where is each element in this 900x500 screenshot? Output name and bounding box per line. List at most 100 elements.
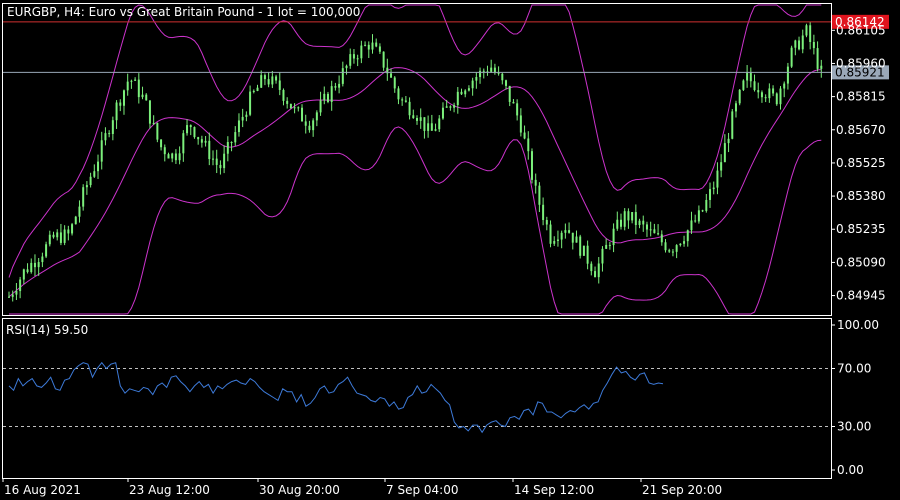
candle-body — [204, 140, 207, 143]
candle-body — [212, 158, 214, 160]
candle-body — [523, 132, 526, 139]
candle-body — [193, 127, 196, 138]
candle-body — [67, 229, 70, 234]
candle-body — [816, 48, 819, 69]
candle-body — [809, 25, 812, 42]
candle-body — [783, 83, 786, 89]
candle-body — [338, 83, 341, 88]
price-tick-label: 0.86105 — [836, 23, 886, 37]
candle-body — [160, 139, 163, 148]
candle-body — [126, 81, 129, 91]
price-tick-label: 0.85090 — [836, 255, 886, 269]
candle-body — [334, 86, 337, 88]
candle-body — [137, 79, 140, 98]
time-tick-label: 16 Aug 2021 — [4, 483, 81, 497]
candle-body — [553, 240, 556, 244]
candle-body — [772, 88, 775, 94]
price-tick-label: 0.84945 — [836, 289, 886, 303]
candle-body — [456, 91, 459, 106]
candle-body — [71, 224, 74, 234]
candle-body — [33, 262, 36, 268]
candle-body — [786, 66, 789, 84]
candle-body — [508, 85, 511, 102]
candle-body — [801, 35, 804, 50]
candle-body — [52, 234, 55, 238]
candle-body — [356, 58, 359, 60]
candle-body — [393, 77, 396, 89]
candle-body — [226, 142, 229, 154]
candle-body — [746, 72, 749, 81]
candle-body — [397, 88, 400, 100]
candle-body — [742, 80, 745, 90]
candle-body — [56, 232, 59, 238]
candle-body — [289, 103, 292, 109]
candle-body — [186, 125, 189, 134]
candle-body — [237, 120, 240, 133]
candle-body — [694, 220, 697, 222]
candle-body — [97, 161, 100, 172]
candle-body — [475, 77, 478, 81]
candle-body — [241, 116, 244, 121]
candle-body — [360, 45, 363, 59]
candle-body — [234, 132, 237, 143]
candle-body — [282, 89, 285, 101]
candle-body — [556, 239, 559, 241]
time-tick-label: 21 Sep 20:00 — [642, 483, 722, 497]
candle-body — [59, 232, 62, 243]
candle-body — [182, 133, 185, 154]
candle-body — [352, 54, 355, 59]
candle-body — [501, 73, 504, 81]
candle-body — [108, 133, 111, 135]
candle-body — [482, 70, 485, 72]
candle-body — [215, 158, 218, 165]
candle-body — [275, 76, 278, 81]
candle-body — [245, 114, 248, 117]
candle-body — [301, 107, 304, 122]
price-tick-label: 0.85380 — [836, 189, 886, 203]
chart-background — [0, 0, 900, 500]
price-tick-label: 0.85960 — [836, 56, 886, 70]
candle-body — [189, 125, 192, 128]
candle-body — [419, 117, 422, 121]
candle-body — [701, 210, 704, 212]
candle-body — [460, 91, 463, 95]
candle-body — [545, 219, 548, 225]
candle-body — [731, 111, 734, 139]
price-tick-label: 0.85235 — [836, 222, 886, 236]
candle-body — [85, 185, 88, 188]
candle-body — [119, 102, 122, 106]
candle-body — [601, 248, 604, 264]
candle-body — [134, 79, 137, 81]
time-tick-label: 23 Aug 12:00 — [129, 483, 210, 497]
candle-body — [712, 187, 715, 190]
time-tick-label: 7 Sep 04:00 — [386, 483, 458, 497]
candle-body — [163, 147, 166, 155]
candle-body — [753, 81, 756, 91]
candle-body — [582, 245, 585, 256]
trading-chart[interactable]: 0.861420.85921 0.861050.859600.858150.85… — [0, 0, 900, 500]
candle-body — [642, 220, 645, 225]
candle-body — [668, 250, 671, 252]
candle-body — [519, 115, 522, 133]
candle-body — [345, 65, 348, 69]
candle-body — [616, 219, 619, 229]
candle-body — [145, 94, 148, 101]
candle-body — [612, 228, 615, 246]
candle-body — [749, 72, 752, 82]
candle-body — [542, 204, 545, 220]
candle-body — [453, 105, 456, 108]
candle-body — [82, 187, 85, 207]
candle-body — [304, 121, 307, 126]
candle-body — [571, 232, 574, 243]
candle-body — [174, 153, 177, 161]
price-axis: 0.86105 0.85960 0.85815 0.85670 0.85525 0.853… — [831, 23, 886, 303]
candle-body — [697, 210, 700, 222]
candle-body — [8, 296, 10, 298]
candle-body — [634, 212, 637, 226]
candle-body — [579, 236, 582, 256]
candle-body — [434, 129, 437, 131]
candle-body — [679, 243, 682, 246]
candle-body — [794, 40, 797, 48]
candle-body — [341, 68, 344, 84]
candle-body — [645, 224, 648, 230]
